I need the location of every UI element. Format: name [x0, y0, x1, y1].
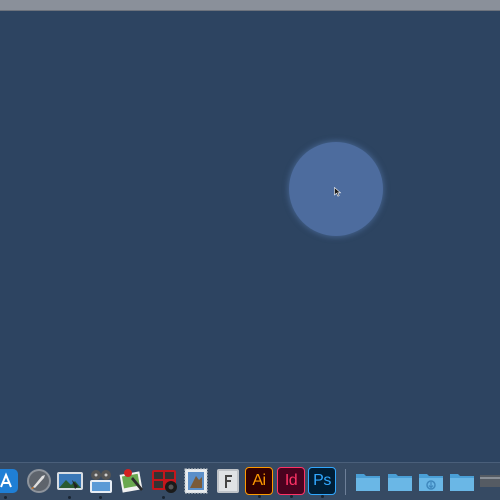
video-tool-icon[interactable]: [87, 467, 115, 499]
mail-stamp-icon[interactable]: [182, 467, 210, 495]
folder-icon[interactable]: [448, 467, 476, 495]
folder-icon[interactable]: [386, 467, 414, 495]
dock-separator: [345, 469, 346, 495]
photoshop-icon[interactable]: Ps: [308, 467, 336, 498]
desktop: Ai Id Ps: [0, 0, 500, 500]
launchpad-icon[interactable]: [25, 467, 53, 495]
folder-icon[interactable]: [354, 467, 382, 495]
indesign-icon[interactable]: Id: [277, 467, 305, 498]
dock: Ai Id Ps: [0, 462, 500, 500]
menu-bar[interactable]: [0, 0, 500, 11]
photo-booth-icon[interactable]: [150, 467, 178, 499]
app-store-icon[interactable]: [0, 467, 20, 499]
photo-editor-icon[interactable]: [56, 467, 84, 499]
downloads-folder-icon[interactable]: [417, 467, 445, 495]
document-stack-icon[interactable]: [478, 467, 500, 495]
font-app-icon[interactable]: [214, 467, 242, 495]
illustrator-icon[interactable]: Ai: [245, 467, 273, 498]
preview-icon[interactable]: [118, 467, 146, 495]
mouse-pointer-icon: [334, 187, 342, 197]
